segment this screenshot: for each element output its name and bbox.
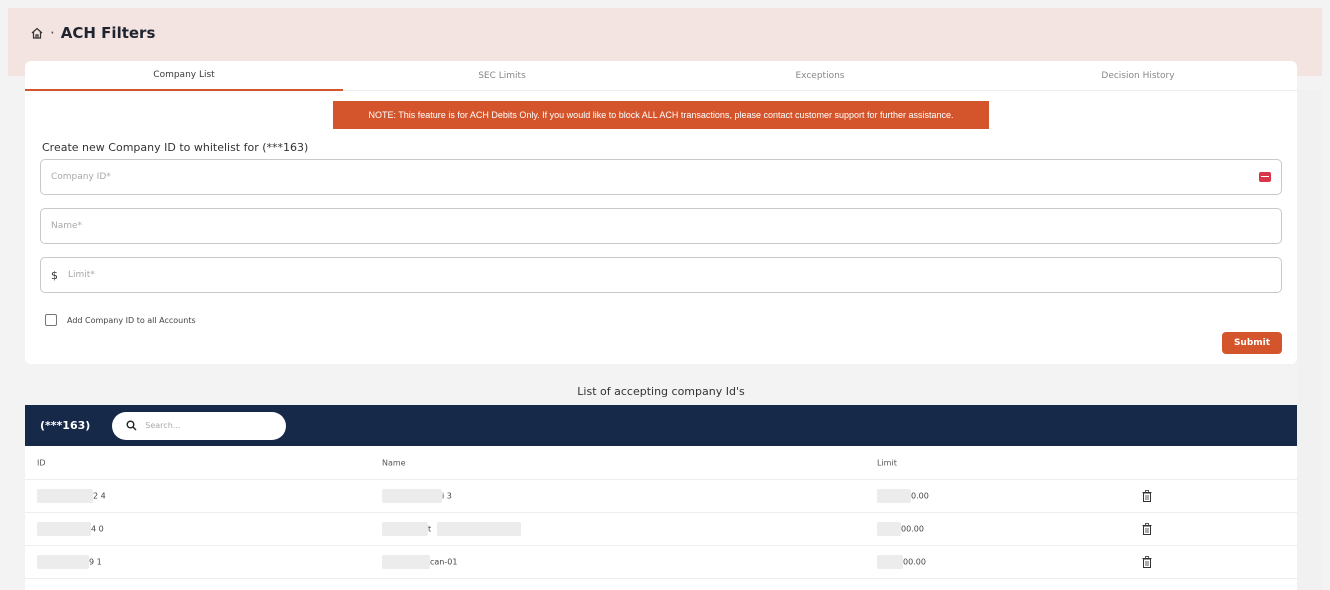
- tab-exceptions[interactable]: Exceptions: [661, 61, 979, 91]
- company-list-panel: Company List SEC Limits Exceptions Decis…: [25, 61, 1297, 364]
- row-name: can-01: [382, 555, 457, 569]
- company-id-input[interactable]: [51, 172, 1259, 182]
- dollar-icon: $: [51, 268, 58, 282]
- page-title: · ACH Filters: [30, 24, 155, 42]
- search-input[interactable]: [145, 421, 276, 430]
- search-icon: [126, 420, 137, 431]
- company-id-field-wrapper: [40, 159, 1282, 195]
- add-to-all-accounts-checkbox[interactable]: [45, 314, 57, 326]
- submit-button[interactable]: Submit: [1222, 332, 1282, 354]
- card-icon: [1259, 172, 1271, 182]
- list-title: List of accepting company Id's: [577, 385, 745, 398]
- company-table: ID Name Limit 2 4 i 3 0.00 4 0 t 00.00 9…: [25, 446, 1297, 590]
- row-id: 9 1: [37, 555, 102, 569]
- page-title-text: ACH Filters: [60, 24, 156, 42]
- trash-icon[interactable]: [1142, 556, 1152, 568]
- row-name: i 3: [382, 489, 452, 503]
- limit-input[interactable]: [68, 270, 1271, 280]
- column-header-limit: Limit: [877, 458, 897, 467]
- limit-field-wrapper: $: [40, 257, 1282, 293]
- add-to-all-accounts-row: Add Company ID to all Accounts: [45, 314, 196, 326]
- table-header: ID Name Limit: [25, 446, 1297, 480]
- row-id: 2 4: [37, 489, 106, 503]
- row-limit: 00.00: [877, 522, 924, 536]
- tab-sec-limits[interactable]: SEC Limits: [343, 61, 661, 91]
- table-row: 4 0 t 00.00: [25, 513, 1297, 546]
- search-box: [112, 411, 287, 440]
- trash-icon[interactable]: [1142, 523, 1152, 535]
- account-label: (***163): [40, 419, 91, 432]
- home-icon[interactable]: [30, 26, 44, 40]
- add-to-all-accounts-label: Add Company ID to all Accounts: [67, 315, 196, 325]
- trash-icon[interactable]: [1142, 490, 1152, 502]
- page-scrollbar-track[interactable]: [1297, 90, 1322, 590]
- row-limit: 00.00: [877, 555, 926, 569]
- row-limit: 0.00: [877, 489, 929, 503]
- column-header-name: Name: [382, 458, 406, 467]
- form-heading: Create new Company ID to whitelist for (…: [42, 141, 309, 154]
- title-separator: ·: [50, 24, 55, 42]
- row-name: t: [382, 522, 522, 536]
- column-header-id: ID: [37, 458, 46, 467]
- row-id: 4 0: [37, 522, 104, 536]
- name-field-wrapper: [40, 208, 1282, 244]
- tab-company-list[interactable]: Company List: [25, 61, 343, 91]
- ach-note-banner: NOTE: This feature is for ACH Debits Onl…: [333, 101, 989, 129]
- table-row: 2 4 i 3 0.00: [25, 480, 1297, 513]
- name-input[interactable]: [51, 221, 1271, 231]
- tab-bar: Company List SEC Limits Exceptions Decis…: [25, 61, 1297, 91]
- tab-decision-history[interactable]: Decision History: [979, 61, 1297, 91]
- list-toolbar: (***163): [25, 405, 1297, 446]
- table-row: 9 1 can-01 00.00: [25, 546, 1297, 579]
